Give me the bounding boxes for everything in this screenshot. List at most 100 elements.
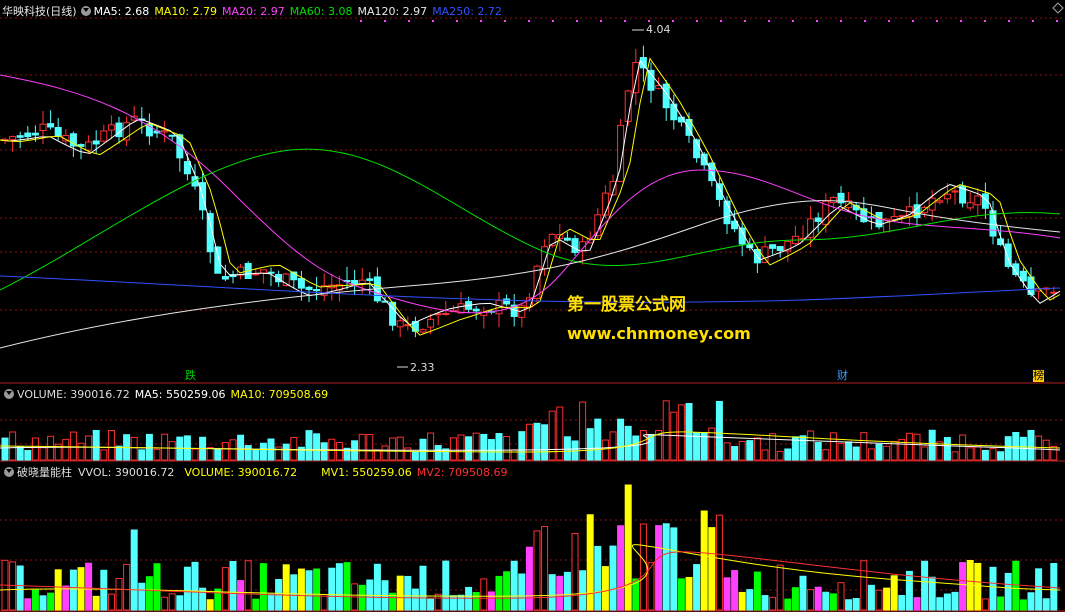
volume-bar	[320, 442, 328, 461]
indicator-bar	[898, 595, 906, 611]
volume-bar	[609, 431, 617, 461]
signal-dot	[1056, 20, 1058, 22]
indicator-bar	[525, 546, 533, 611]
indicator-bar	[206, 599, 214, 611]
volume-bar	[723, 442, 731, 461]
volume-bar	[389, 437, 397, 461]
volume-bar	[913, 433, 921, 461]
volume-bar	[738, 441, 746, 461]
indicator-bar	[503, 571, 511, 611]
indicator-bar	[571, 533, 579, 611]
volume-bar	[1042, 439, 1050, 461]
indicator-bar	[548, 574, 556, 611]
indicator-bar	[921, 560, 929, 611]
indicator-dropdown-icon[interactable]	[4, 467, 14, 477]
signal-dot	[888, 20, 890, 22]
indicator-bar	[860, 560, 868, 611]
candle-body	[115, 122, 123, 138]
indicator-bar	[313, 568, 321, 611]
indicator-bar	[624, 484, 632, 611]
volume-bar	[814, 442, 822, 461]
signal-dot	[984, 20, 986, 22]
signal-dot	[360, 20, 362, 22]
indicator-bar	[784, 598, 792, 611]
indicator-bar	[594, 545, 602, 611]
indicator-bar	[305, 570, 313, 611]
volume-bar	[518, 431, 526, 461]
volume-bar	[959, 434, 967, 461]
indicator-bar	[62, 585, 70, 611]
indicator-bar	[807, 589, 815, 611]
candle-body	[396, 320, 404, 328]
volume-bar	[525, 423, 533, 461]
stock-chart[interactable]: 4.04 2.33	[0, 0, 1065, 612]
candle-body	[85, 141, 93, 151]
volume-bar	[221, 442, 229, 461]
signal-dot	[552, 20, 554, 22]
indicator-bar	[1042, 598, 1050, 611]
volume-bar	[229, 439, 237, 461]
low-price-label: 2.33	[410, 361, 435, 374]
indicator-bar	[297, 568, 305, 611]
volume-bar	[997, 451, 1005, 461]
volume-bar	[358, 433, 366, 461]
candle-body	[358, 279, 366, 285]
volume-bar	[62, 438, 70, 461]
volume-bar	[411, 450, 419, 461]
indicator-bar	[518, 573, 526, 611]
indicator-bar	[130, 529, 138, 611]
signal-dot	[768, 20, 770, 22]
candle-body	[267, 271, 275, 274]
volume-bar	[1027, 429, 1035, 461]
candle-body	[966, 202, 974, 209]
indicator-bar	[85, 562, 93, 611]
indicator-bar	[92, 595, 100, 611]
indicator-bar	[191, 561, 199, 611]
signal-dot	[744, 20, 746, 22]
volume-bar	[396, 436, 404, 461]
volume-dropdown-icon[interactable]	[4, 389, 14, 399]
indicator-bar	[685, 576, 693, 611]
indicator-bar	[799, 575, 807, 611]
indicator-bar	[343, 562, 351, 611]
candle-body	[571, 238, 579, 253]
volume-bar	[1035, 435, 1043, 461]
dropdown-icon[interactable]	[80, 6, 91, 16]
volume-bar	[495, 433, 503, 461]
volume-bar	[259, 442, 267, 461]
event-finance-marker[interactable]: 财	[837, 370, 848, 382]
indicator-bar	[282, 564, 290, 611]
ma5-line	[0, 59, 1061, 326]
indicator-bar	[579, 570, 587, 611]
volume-bar	[47, 435, 55, 461]
volume-bar	[533, 422, 541, 461]
signal-dot	[480, 20, 482, 22]
volume-bar	[107, 430, 115, 461]
watermark-url: www.chnmoney.com	[567, 324, 751, 343]
event-list-marker[interactable]: 榜	[1033, 370, 1044, 382]
event-fall-marker[interactable]: 跌	[185, 370, 196, 382]
volume-bar	[731, 446, 739, 461]
indicator-bar	[700, 510, 708, 611]
signal-dot	[528, 20, 530, 22]
indicator-bar	[107, 593, 115, 611]
indicator-bar	[252, 598, 260, 611]
candle-body	[563, 237, 571, 241]
volume-bar	[784, 448, 792, 461]
signal-dot	[456, 20, 458, 22]
vvol-value: VVOL: 390016.72	[78, 465, 175, 479]
volume-bar	[989, 448, 997, 461]
volume-bar	[252, 448, 260, 461]
volume-bar	[951, 451, 959, 461]
indicator-bar	[1019, 599, 1027, 611]
volume-bar	[662, 400, 670, 461]
volume-bar	[161, 433, 169, 461]
indicator-bar	[677, 578, 685, 611]
indicator-bar	[723, 577, 731, 611]
indicator-bar	[244, 560, 252, 611]
indicator-bar	[913, 597, 921, 611]
volume-bar	[282, 443, 290, 461]
volume-bar	[153, 448, 161, 461]
volume-bar	[313, 433, 321, 461]
indicator-bar	[335, 563, 343, 611]
